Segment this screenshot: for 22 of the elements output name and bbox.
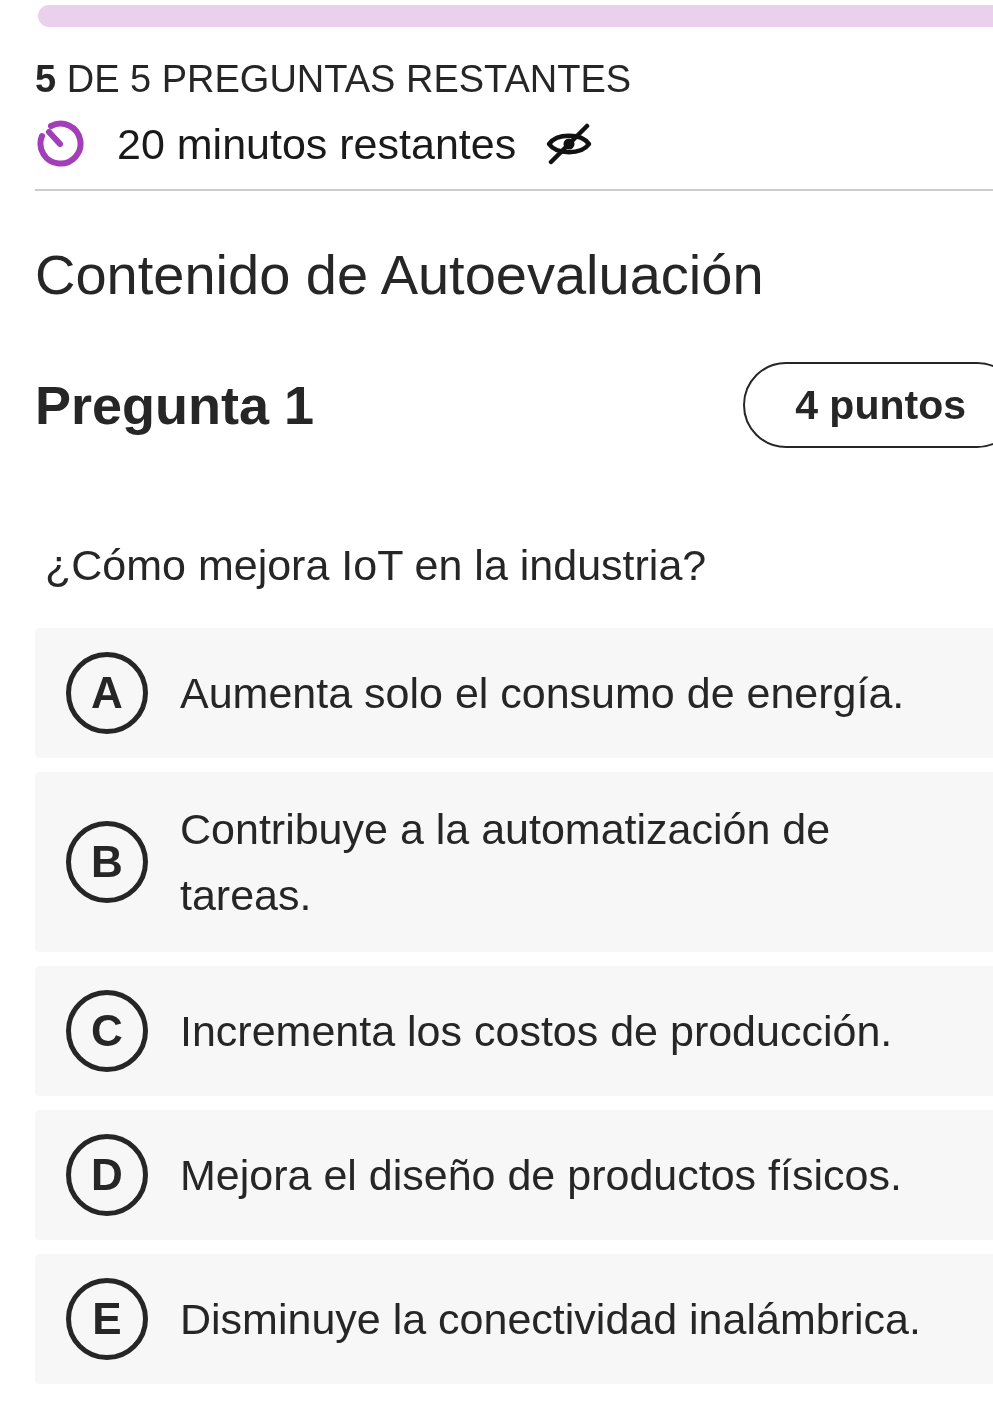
answer-option[interactable]: C Incrementa los costos de producción. [35,966,993,1096]
question-prompt: ¿Cómo mejora IoT en la industria? [45,540,708,590]
points-label: 4 puntos [743,362,993,448]
option-letter: A [66,652,148,734]
page-title: Contenido de Autoevaluación [35,243,765,307]
answer-option[interactable]: E Disminuye la conectividad inalámbrica. [35,1254,993,1384]
questions-remaining: 5 DE 5 PREGUNTAS RESTANTES [35,57,633,102]
option-text: Disminuye la conectividad inalámbrica. [180,1294,921,1345]
time-remaining: 20 minutos restantes [117,119,517,169]
option-text: Incrementa los costos de producción. [180,1006,893,1057]
option-letter: E [66,1278,148,1360]
answer-option[interactable]: A Aumenta solo el consumo de energía. [35,628,993,758]
answer-option[interactable]: B Contribuye a la automatización de tareas. [35,772,993,952]
option-letter: B [66,821,148,903]
timer-icon [35,119,85,169]
option-letter: C [66,990,148,1072]
option-text: Aumenta solo el consumo de energía. [180,668,905,719]
option-letter: D [66,1134,148,1216]
option-text: Mejora el diseño de productos físicos. [180,1150,902,1201]
option-text: Contribuye a la automatización de tareas. [180,804,832,921]
answer-option[interactable]: D Mejora el diseño de productos físicos. [35,1110,993,1240]
question-heading: Pregunta 1 [35,374,315,437]
